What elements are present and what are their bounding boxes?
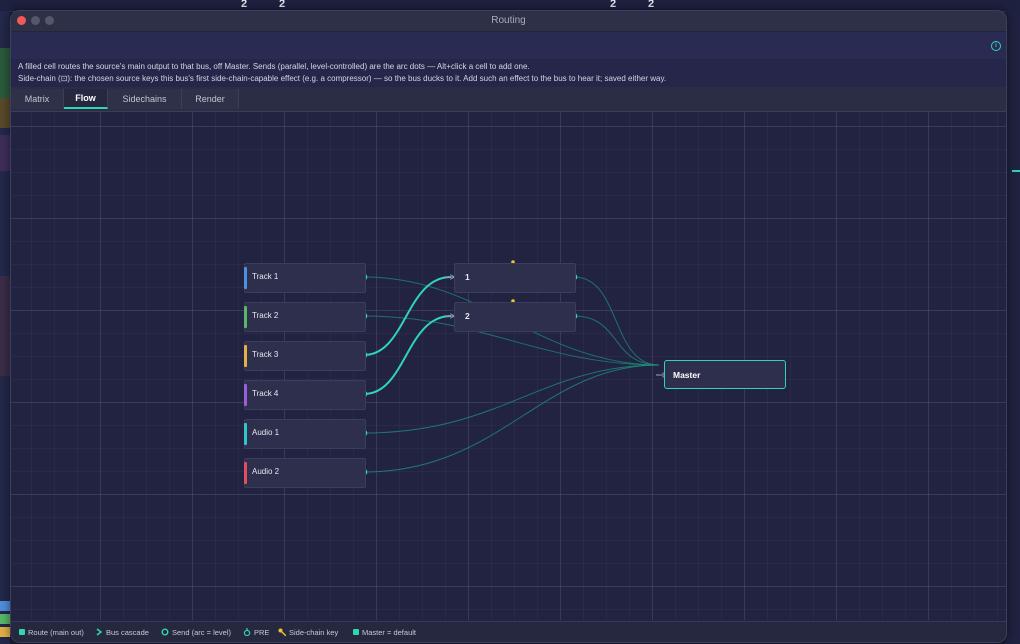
track-color-bar	[244, 384, 247, 406]
help-text: A filled cell routes the source's main o…	[11, 59, 1006, 87]
tab-render[interactable]: Render	[182, 89, 239, 109]
help-line-routing: A filled cell routes the source's main o…	[18, 62, 530, 71]
ruler-number: 2	[279, 0, 286, 10]
ruler-number: 2	[648, 0, 655, 10]
routing-window: Routing i A filled cell routes the sourc…	[10, 10, 1007, 643]
tab-bar: Matrix Flow Sidechains Render	[11, 87, 1006, 112]
legend-label: Bus cascade	[106, 628, 149, 637]
background-right-panel	[1005, 11, 1020, 644]
route-wire-bus2-master	[573, 315, 660, 366]
legend-label: Send (arc = level)	[172, 628, 231, 637]
bus-node-1[interactable]: 1	[454, 263, 576, 293]
source-node-track-3[interactable]: Track 3	[244, 341, 366, 371]
route-wire-track4-bus2	[363, 315, 452, 395]
route-wire-bus1-master	[573, 276, 660, 366]
tab-sidechains[interactable]: Sidechains	[108, 89, 182, 109]
master-node[interactable]: Master	[664, 360, 786, 389]
track-color-bar	[244, 306, 247, 328]
bus-node-2[interactable]: 2	[454, 302, 576, 332]
window-title: Routing	[491, 15, 526, 26]
legend-label: PRE	[254, 628, 270, 637]
legend-label: Master = default	[362, 628, 416, 637]
background-track-strip	[0, 614, 10, 624]
node-label: Track 3	[252, 350, 279, 359]
source-node-track-2[interactable]: Track 2	[244, 302, 366, 332]
ruler-number: 2	[610, 0, 617, 10]
node-label: Master	[673, 370, 701, 380]
background-track-strip	[0, 276, 10, 376]
source-node-audio-2[interactable]: Audio 2	[244, 458, 366, 488]
track-color-bar	[244, 267, 247, 289]
track-color-bar	[244, 423, 247, 445]
node-label: 2	[465, 311, 470, 321]
tab-flow[interactable]: Flow	[64, 89, 108, 109]
pre-icon	[243, 628, 251, 636]
node-label: Track 1	[252, 272, 279, 281]
ring-icon	[161, 628, 169, 636]
background-track-list	[0, 11, 10, 644]
background-track-strip	[0, 48, 10, 98]
source-node-track-4[interactable]: Track 4	[244, 380, 366, 410]
background-track-strip	[0, 135, 10, 171]
key-icon	[278, 628, 286, 636]
background-track-strip	[0, 601, 10, 611]
legend-label: Side-chain key	[289, 628, 339, 637]
background-accent	[1012, 170, 1020, 172]
tab-matrix[interactable]: Matrix	[11, 89, 64, 109]
background-track-strip	[0, 98, 10, 128]
node-label: Track 2	[252, 311, 279, 320]
node-label: 1	[465, 272, 470, 282]
square-icon	[19, 629, 25, 635]
node-label: Audio 2	[252, 467, 280, 476]
track-color-bar	[244, 462, 247, 484]
legend-bar: Route (main out) Bus cascade Send (arc =…	[11, 621, 1006, 642]
help-line-sidechain: Side-chain (⊡): the chosen source keys t…	[18, 74, 667, 83]
title-bar[interactable]: Routing	[11, 11, 1006, 32]
legend-label: Route (main out)	[28, 628, 84, 637]
square-icon	[353, 629, 359, 635]
route-wire-audio2-master	[363, 364, 660, 473]
flow-canvas[interactable]: Track 1 Track 2 Track 3 Track 4 Audio 1 …	[11, 112, 1006, 620]
source-node-track-1[interactable]: Track 1	[244, 263, 366, 293]
info-icon[interactable]: i	[991, 41, 1001, 51]
node-label: Audio 1	[252, 428, 280, 437]
ruler-number: 2	[241, 0, 248, 10]
source-node-audio-1[interactable]: Audio 1	[244, 419, 366, 449]
track-color-bar	[244, 345, 247, 367]
node-label: Track 4	[252, 389, 279, 398]
background-track-strip	[0, 627, 10, 637]
info-bar: i	[11, 32, 1006, 59]
chevron-right-icon	[96, 628, 103, 636]
wire-layer	[360, 260, 1006, 476]
